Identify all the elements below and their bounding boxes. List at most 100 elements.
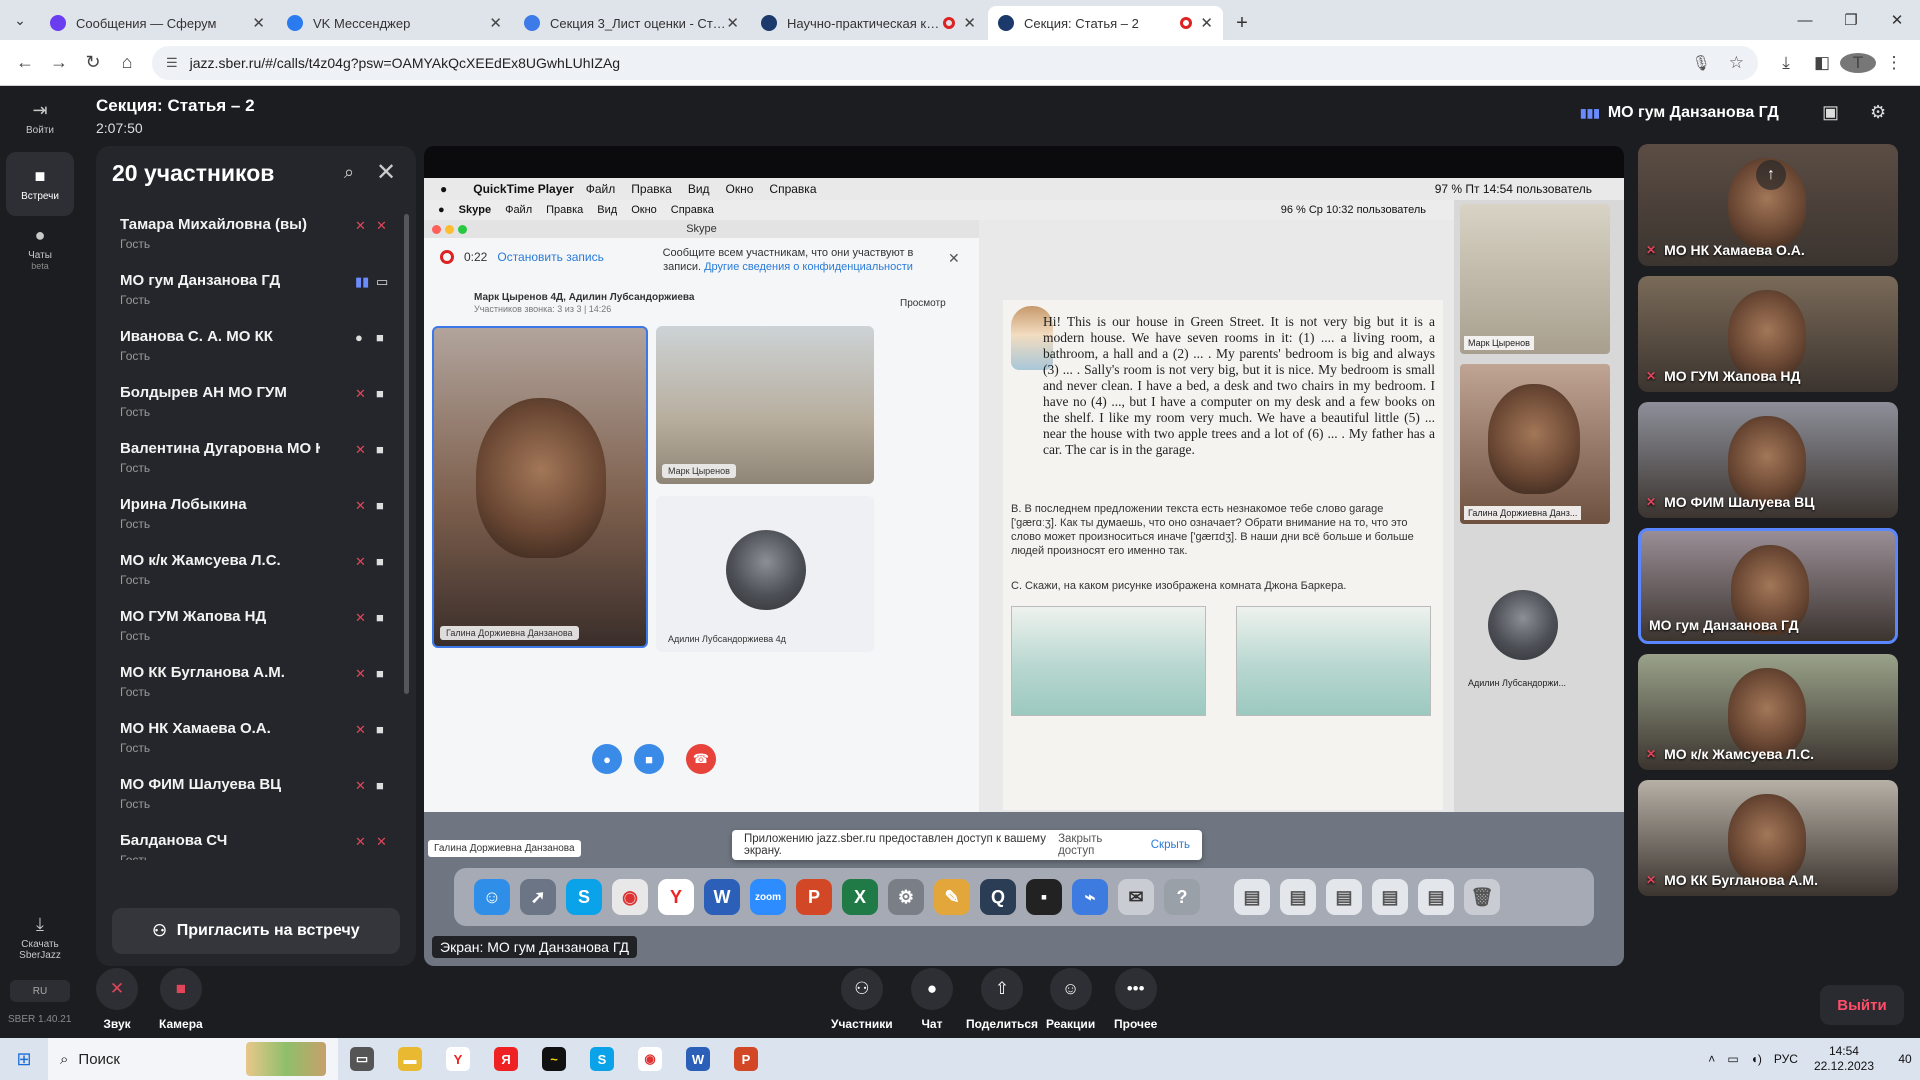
minimize-icon[interactable]: — [1782, 12, 1828, 29]
reactions-control[interactable]: ☺ Реакции [1046, 968, 1095, 1031]
reload-icon[interactable]: ↻ [76, 46, 110, 80]
participant-item[interactable]: Тамара Михайловна (вы) Гость ✕ ✕ [96, 210, 416, 266]
browser-tab[interactable]: Научно-практическая конференция ✕ [751, 6, 986, 40]
network-icon[interactable]: ▭ [1727, 1052, 1738, 1066]
inner-menu-bar: ● Skype Файл Правка Вид Окно Справка 96 % Ср 10… [424, 200, 1454, 220]
sound-control[interactable]: ✕ Звук [96, 968, 138, 1031]
site-settings-icon[interactable]: ☰ [166, 55, 178, 71]
file-explorer-icon[interactable]: ▬ [386, 1038, 434, 1080]
settings-gear-icon[interactable]: ⚙ [1870, 102, 1886, 123]
clock[interactable]: 14:54 22.12.2023 [1814, 1044, 1874, 1074]
word-taskbar-icon[interactable]: W [674, 1038, 722, 1080]
camera-control[interactable]: ■ Камера [159, 968, 203, 1031]
notifications-icon[interactable]: 40 [1888, 1048, 1911, 1070]
tab-close-icon[interactable]: ✕ [963, 14, 976, 32]
browser-tab[interactable]: Секция: Статья – 2 ✕ [988, 6, 1223, 40]
bookmark-star-icon[interactable]: ☆ [1729, 53, 1744, 73]
rail-download[interactable]: ⤓ Скачать SberJazz [6, 902, 74, 972]
mic-off-icon: ✕ [96, 968, 138, 1010]
address-bar: ← → ↻ ⌂ ☰ jazz.sber.ru/#/calls/t4z04g?ps… [0, 40, 1920, 86]
window-close-dot [432, 225, 441, 234]
leave-button[interactable]: Выйти [1820, 985, 1904, 1025]
participant-item[interactable]: МО гум Данзанова ГД Гость ▮▮ ▭ [96, 266, 416, 322]
participants-panel: 20 участников ⌕ ✕ Тамара Михайловна (вы)… [96, 146, 416, 966]
participants-scrollbar[interactable] [404, 214, 409, 694]
app-icon[interactable]: ~ [530, 1038, 578, 1080]
task-view-icon[interactable]: ▭ [338, 1038, 386, 1080]
menu-icon[interactable]: ⋮ [1876, 53, 1912, 73]
yandex-browser-icon[interactable]: Y [434, 1038, 482, 1080]
new-tab-button[interactable]: + [1225, 6, 1259, 40]
back-icon[interactable]: ← [8, 46, 42, 80]
participant-item[interactable]: МО КК Бугланова А.М. Гость ✕ ■ [96, 658, 416, 714]
share-control[interactable]: ⇧ Поделиться [966, 968, 1038, 1031]
more-control[interactable]: ••• Прочее [1114, 968, 1157, 1031]
participant-mic-icon: ✕ [355, 722, 366, 737]
skype-mic-icon: ● [592, 744, 622, 774]
tab-close-icon[interactable]: ✕ [252, 14, 265, 32]
document-icon: ▤ [1418, 879, 1454, 915]
download-icon[interactable]: ⤓ [1768, 53, 1804, 73]
tab-search-icon[interactable]: ⌄ [0, 0, 40, 40]
participant-item[interactable]: МО ГУМ Жапова НД Гость ✕ ■ [96, 602, 416, 658]
side-panel-icon[interactable]: ◧ [1804, 53, 1840, 73]
invite-button[interactable]: ⚇ Пригласить на встречу [112, 908, 400, 954]
search-icon[interactable]: ⌕ [344, 162, 354, 183]
microphone-icon[interactable]: 🎙 [1692, 54, 1711, 72]
profile-avatar[interactable]: T [1840, 52, 1876, 73]
tab-close-icon[interactable]: ✕ [489, 14, 502, 32]
tab-close-icon[interactable]: ✕ [1200, 14, 1213, 32]
finder-icon: ☺ [474, 879, 510, 915]
yandex-icon[interactable]: Я [482, 1038, 530, 1080]
rail-chats[interactable]: ● Чаты beta [6, 216, 74, 280]
participant-item[interactable]: Ирина Лобыкина Гость ✕ ■ [96, 490, 416, 546]
keyboard-language[interactable]: РУС [1774, 1052, 1798, 1066]
close-window-icon[interactable]: ✕ [1874, 11, 1920, 29]
tab-close-icon[interactable]: ✕ [726, 14, 739, 32]
video-tile[interactable]: ✕ МО КК Бугланова А.М. [1638, 780, 1898, 896]
volume-icon[interactable]: ◖) [1751, 1052, 1762, 1066]
browser-tab[interactable]: VK Мессенджер ✕ [277, 6, 512, 40]
chrome-taskbar-icon[interactable]: ◉ [626, 1038, 674, 1080]
strip-video-3: Адилин Лубсандоржи... [1460, 590, 1610, 694]
scroll-up-icon[interactable]: ↑ [1756, 160, 1786, 190]
participant-role: Гость [120, 685, 151, 699]
participant-item[interactable]: Болдырев АН МО ГУМ Гость ✕ ■ [96, 378, 416, 434]
language-badge[interactable]: RU [10, 980, 70, 1002]
browser-tab[interactable]: Сообщения — Сферум ✕ [40, 6, 275, 40]
inner-menu-item: Правка [546, 204, 584, 216]
participant-item[interactable]: МО к/к Жамсуева Л.С. Гость ✕ ■ [96, 546, 416, 602]
rail-meetings[interactable]: ■ Встречи [6, 152, 74, 216]
participant-camera-icon: ■ [376, 498, 384, 513]
browser-tab[interactable]: Секция 3_Лист оценки - Статья ✕ [514, 6, 749, 40]
forward-icon[interactable]: → [42, 46, 76, 80]
participant-item[interactable]: МО ФИМ Шалуева ВЦ Гость ✕ ■ [96, 770, 416, 826]
tray-arrow-icon[interactable]: ˄ [1708, 1052, 1715, 1066]
video-tile[interactable]: ✕ МО ФИМ Шалуева ВЦ [1638, 402, 1898, 518]
windows-start-icon[interactable]: ⊞ [0, 1038, 48, 1080]
rail-login[interactable]: ⇥ Войти [6, 86, 74, 150]
video-tile[interactable]: МО гум Данзанова ГД [1638, 528, 1898, 644]
video-tile[interactable]: ✕ МО ГУМ Жапова НД [1638, 276, 1898, 392]
video-tile[interactable]: ↑ ✕ МО НК Хамаева О.А. [1638, 144, 1898, 266]
skype-taskbar-icon[interactable]: S [578, 1038, 626, 1080]
layout-icon[interactable]: ▣ [1822, 102, 1839, 123]
call-subtitle: Участников звонка: 3 из 3 | 14:26 [474, 304, 612, 314]
url-field[interactable]: ☰ jazz.sber.ru/#/calls/t4z04g?psw=OAMYAk… [152, 45, 1758, 80]
participant-name: МО НК Хамаева О.А. [120, 720, 271, 737]
home-icon[interactable]: ⌂ [110, 46, 144, 80]
download-app-icon: ⤓ [36, 913, 44, 934]
close-icon[interactable]: ✕ [376, 158, 396, 187]
participant-mic-icon: ▮▮ [355, 274, 370, 289]
participant-item[interactable]: Валентина Дугаровна МО КК Гость ✕ ■ [96, 434, 416, 490]
restore-icon[interactable]: ❐ [1828, 11, 1874, 29]
chat-control[interactable]: ● Чат [911, 968, 953, 1031]
taskbar-search[interactable]: ⌕ Поиск [48, 1038, 338, 1080]
participants-control[interactable]: ⚇ Участники [831, 968, 893, 1031]
participant-item[interactable]: Балданова СЧ Гость ✕ ✕ [96, 826, 416, 860]
video-tile[interactable]: ✕ МО к/к Жамсуева Л.С. [1638, 654, 1898, 770]
powerpoint-taskbar-icon[interactable]: P [722, 1038, 770, 1080]
participant-item[interactable]: Иванова С. А. МО КК Гость ● ■ [96, 322, 416, 378]
participant-name: МО ФИМ Шалуева ВЦ [120, 776, 282, 793]
participant-item[interactable]: МО НК Хамаева О.А. Гость ✕ ■ [96, 714, 416, 770]
